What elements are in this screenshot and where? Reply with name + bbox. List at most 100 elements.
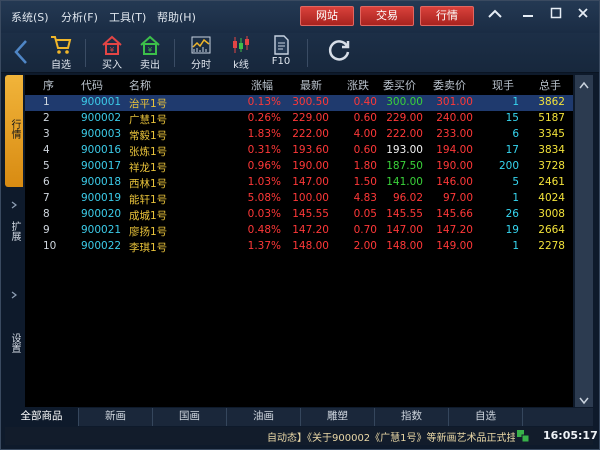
sidebar-tab-label: 扩展 xyxy=(9,221,20,241)
maximize-icon[interactable] xyxy=(545,6,567,26)
back-arrow-icon[interactable] xyxy=(13,39,29,65)
cell-last: 222.00 xyxy=(292,128,329,140)
sidebar: 行情 扩展 设置 xyxy=(5,75,23,405)
menu-tools[interactable]: 工具(T) xyxy=(109,9,146,25)
toolbar: 自选 ¥ 买入 ¥ 卖出 分时 k线 F10 xyxy=(1,33,599,73)
cell-total: 2664 xyxy=(538,224,565,236)
menu-system[interactable]: 系统(S) xyxy=(11,9,49,25)
header-code[interactable]: 代码 xyxy=(81,77,103,93)
cell-change-pct: 0.26% xyxy=(247,112,281,124)
tab-new-painting[interactable]: 新画 xyxy=(79,408,153,426)
cell-bid: 193.00 xyxy=(386,144,423,156)
buy-label: 买入 xyxy=(102,60,122,71)
cell-name: 治平1号 xyxy=(129,98,168,110)
tab-watchlist[interactable]: 自选 xyxy=(449,408,523,426)
table-row[interactable]: 4 900016 张炼1号 0.31% 193.60 0.60 193.00 194.00 17… xyxy=(25,143,573,159)
cell-name: 常毅1号 xyxy=(129,130,168,142)
cell-ask: 97.00 xyxy=(442,192,473,204)
cell-last: 190.00 xyxy=(292,160,329,172)
vertical-scrollbar[interactable] xyxy=(575,75,593,407)
table-row[interactable]: 6 900018 西林1号 1.03% 147.00 1.50 141.00 146.00 5 2… xyxy=(25,175,573,191)
watchlist-button[interactable]: 自选 xyxy=(43,35,79,71)
tab-sculpture[interactable]: 雕塑 xyxy=(301,408,375,426)
f10-button[interactable]: F10 xyxy=(263,35,299,71)
cell-ask: 190.00 xyxy=(436,160,473,172)
table-row[interactable]: 8 900020 成城1号 0.03% 145.55 0.05 145.55 145.66 26… xyxy=(25,207,573,223)
scroll-down-icon[interactable] xyxy=(579,395,589,405)
market-button[interactable]: 行情 xyxy=(420,6,474,26)
refresh-button[interactable] xyxy=(321,37,357,73)
cell-ask: 233.00 xyxy=(436,128,473,140)
app-window: 系统(S) 分析(F) 工具(T) 帮助(H) 网站 交易 行情 自选 ¥ 买入… xyxy=(0,0,600,450)
cell-code: 900001 xyxy=(81,96,122,108)
tab-oil-painting[interactable]: 油画 xyxy=(227,408,301,426)
cell-name: 廖扬1号 xyxy=(129,226,168,238)
buy-button[interactable]: ¥ 买入 xyxy=(94,35,130,71)
sell-label: 卖出 xyxy=(140,60,160,71)
cell-volume: 17 xyxy=(505,144,519,156)
trade-button[interactable]: 交易 xyxy=(360,6,414,26)
f10-label: F10 xyxy=(271,56,291,67)
cell-change: 2.00 xyxy=(353,240,377,252)
timeshare-button[interactable]: 分时 xyxy=(183,35,219,71)
sidebar-tab-label: 设置 xyxy=(9,333,20,353)
sell-button[interactable]: ¥ 卖出 xyxy=(132,35,168,71)
header-volume[interactable]: 现手 xyxy=(492,77,514,93)
collapse-icon[interactable] xyxy=(484,6,506,26)
header-change-pct[interactable]: 涨幅 xyxy=(251,77,273,93)
table-row[interactable]: 7 900019 能轩1号 5.08% 100.00 4.83 96.02 97.00 1 402… xyxy=(25,191,573,207)
menu-analysis[interactable]: 分析(F) xyxy=(61,9,98,25)
sidebar-tab-extend[interactable]: 扩展 xyxy=(5,221,23,261)
scroll-up-icon[interactable] xyxy=(579,79,589,89)
table-row[interactable]: 3 900003 常毅1号 1.83% 222.00 4.00 222.00 233.00 6 3… xyxy=(25,127,573,143)
sidebar-tab-settings[interactable]: 设置 xyxy=(5,333,23,373)
cell-code: 900003 xyxy=(81,128,122,140)
minimize-icon[interactable] xyxy=(517,6,539,26)
tab-all[interactable]: 全部商品 xyxy=(5,408,79,426)
document-icon xyxy=(270,35,292,55)
cell-code: 900020 xyxy=(81,208,122,220)
cell-volume: 1 xyxy=(512,96,519,108)
close-icon[interactable] xyxy=(572,6,594,26)
cell-ask: 149.00 xyxy=(436,240,473,252)
header-index[interactable]: 序 xyxy=(43,77,54,93)
header-total[interactable]: 总手 xyxy=(539,77,561,93)
cell-volume: 1 xyxy=(512,240,519,252)
table-row[interactable]: 10 900022 李琪1号 1.37% 148.00 2.00 148.00 149.00 1… xyxy=(25,239,573,255)
cell-change: 0.60 xyxy=(353,112,377,124)
menu-help[interactable]: 帮助(H) xyxy=(157,9,196,25)
cell-index: 2 xyxy=(43,112,50,124)
table-row[interactable]: 2 900002 广慧1号 0.26% 229.00 0.60 229.00 240.00 15… xyxy=(25,111,573,127)
cell-code: 900017 xyxy=(81,160,122,172)
cell-ask: 301.00 xyxy=(436,96,473,108)
cell-index: 10 xyxy=(43,240,57,252)
news-ticker[interactable]: 自动态】《关于900002《广慧1号》等新画艺术品正式挂牌交易 xyxy=(267,429,515,443)
cell-code: 900002 xyxy=(81,112,122,124)
tab-index[interactable]: 指数 xyxy=(375,408,449,426)
kline-button[interactable]: k线 xyxy=(223,35,259,71)
sidebar-tab-market[interactable]: 行情 xyxy=(5,75,23,187)
status-bar: 自动态】《关于900002《广慧1号》等新画艺术品正式挂牌交易 16:05:17 xyxy=(5,427,598,445)
table-row[interactable]: 5 900017 祥龙1号 0.96% 190.00 1.80 187.50 190.00 20… xyxy=(25,159,573,175)
cell-change: 0.40 xyxy=(353,96,377,108)
chevron-right-icon xyxy=(10,199,18,209)
header-bid[interactable]: 委买价 xyxy=(383,77,416,93)
header-ask[interactable]: 委卖价 xyxy=(433,77,466,93)
candlestick-icon xyxy=(230,35,252,55)
table-row[interactable]: 9 900021 廖扬1号 0.48% 147.20 0.70 147.00 147.20 19… xyxy=(25,223,573,239)
timeshare-label: 分时 xyxy=(191,60,211,71)
cell-volume: 15 xyxy=(505,112,519,124)
header-change[interactable]: 涨跌 xyxy=(347,77,369,93)
cell-last: 193.60 xyxy=(292,144,329,156)
kline-label: k线 xyxy=(233,60,249,71)
table-row[interactable]: 1 900001 治平1号 0.13% 300.50 0.40 300.00 301.00 1 3… xyxy=(25,95,573,111)
cell-change-pct: 0.03% xyxy=(247,208,281,220)
tab-chinese-painting[interactable]: 国画 xyxy=(153,408,227,426)
cell-name: 李琪1号 xyxy=(129,242,168,254)
cell-ask: 194.00 xyxy=(436,144,473,156)
website-button[interactable]: 网站 xyxy=(300,6,354,26)
header-last[interactable]: 最新 xyxy=(300,77,322,93)
sell-house-icon: ¥ xyxy=(139,35,161,55)
header-name[interactable]: 名称 xyxy=(129,77,151,93)
cell-volume: 5 xyxy=(512,176,519,188)
